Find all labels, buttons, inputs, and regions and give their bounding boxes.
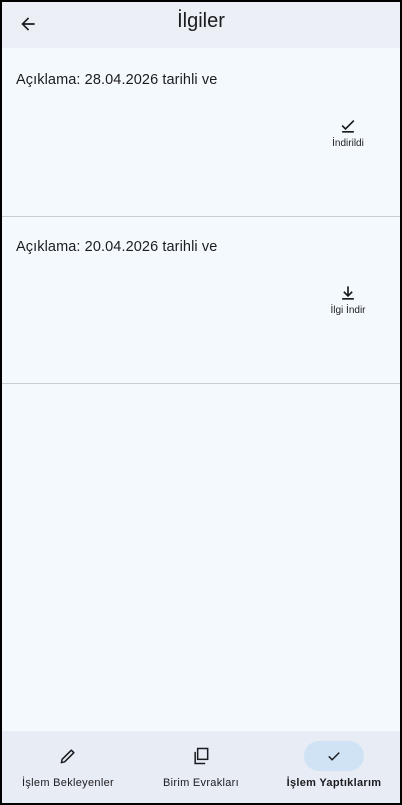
page-title: İlgiler — [177, 10, 225, 32]
bottom-navigation: İşlem Bekleyenler Birim Evrakları İşlem … — [2, 731, 400, 803]
item-description: Açıklama: 20.04.2026 tarihli ve — [16, 239, 218, 255]
active-indicator — [304, 741, 364, 771]
download-button[interactable]: İlgi İndir — [318, 283, 378, 316]
copy-icon — [194, 747, 209, 765]
action-label: İndirildi — [332, 138, 364, 149]
check-icon — [328, 752, 340, 761]
nav-item-islem-bekleyenler[interactable]: İşlem Bekleyenler — [2, 731, 134, 803]
download-icon — [342, 286, 354, 300]
nav-label: Birim Evrakları — [162, 777, 239, 789]
nav-label: İşlem Yaptıklarım — [286, 777, 382, 789]
list-item: Açıklama: 20.04.2026 tarihli ve İlgi İnd… — [2, 217, 400, 384]
screen: İlgiler Açıklama: 28.04.2026 tarihli ve … — [0, 0, 402, 805]
nav-item-islem-yaptiklarim[interactable]: İşlem Yaptıklarım — [268, 731, 400, 803]
pencil-icon — [60, 749, 75, 764]
list-item: Açıklama: 28.04.2026 tarihli ve İndirild… — [2, 50, 400, 217]
downloaded-button[interactable]: İndirildi — [318, 116, 378, 149]
app-bar: İlgiler — [2, 2, 400, 48]
item-description: Açıklama: 28.04.2026 tarihli ve — [16, 72, 218, 88]
check-icon — [341, 119, 355, 133]
nav-item-birim-evraklari[interactable]: Birim Evrakları — [135, 731, 267, 803]
nav-label: İşlem Bekleyenler — [22, 777, 114, 789]
action-label: İlgi İndir — [330, 305, 366, 316]
